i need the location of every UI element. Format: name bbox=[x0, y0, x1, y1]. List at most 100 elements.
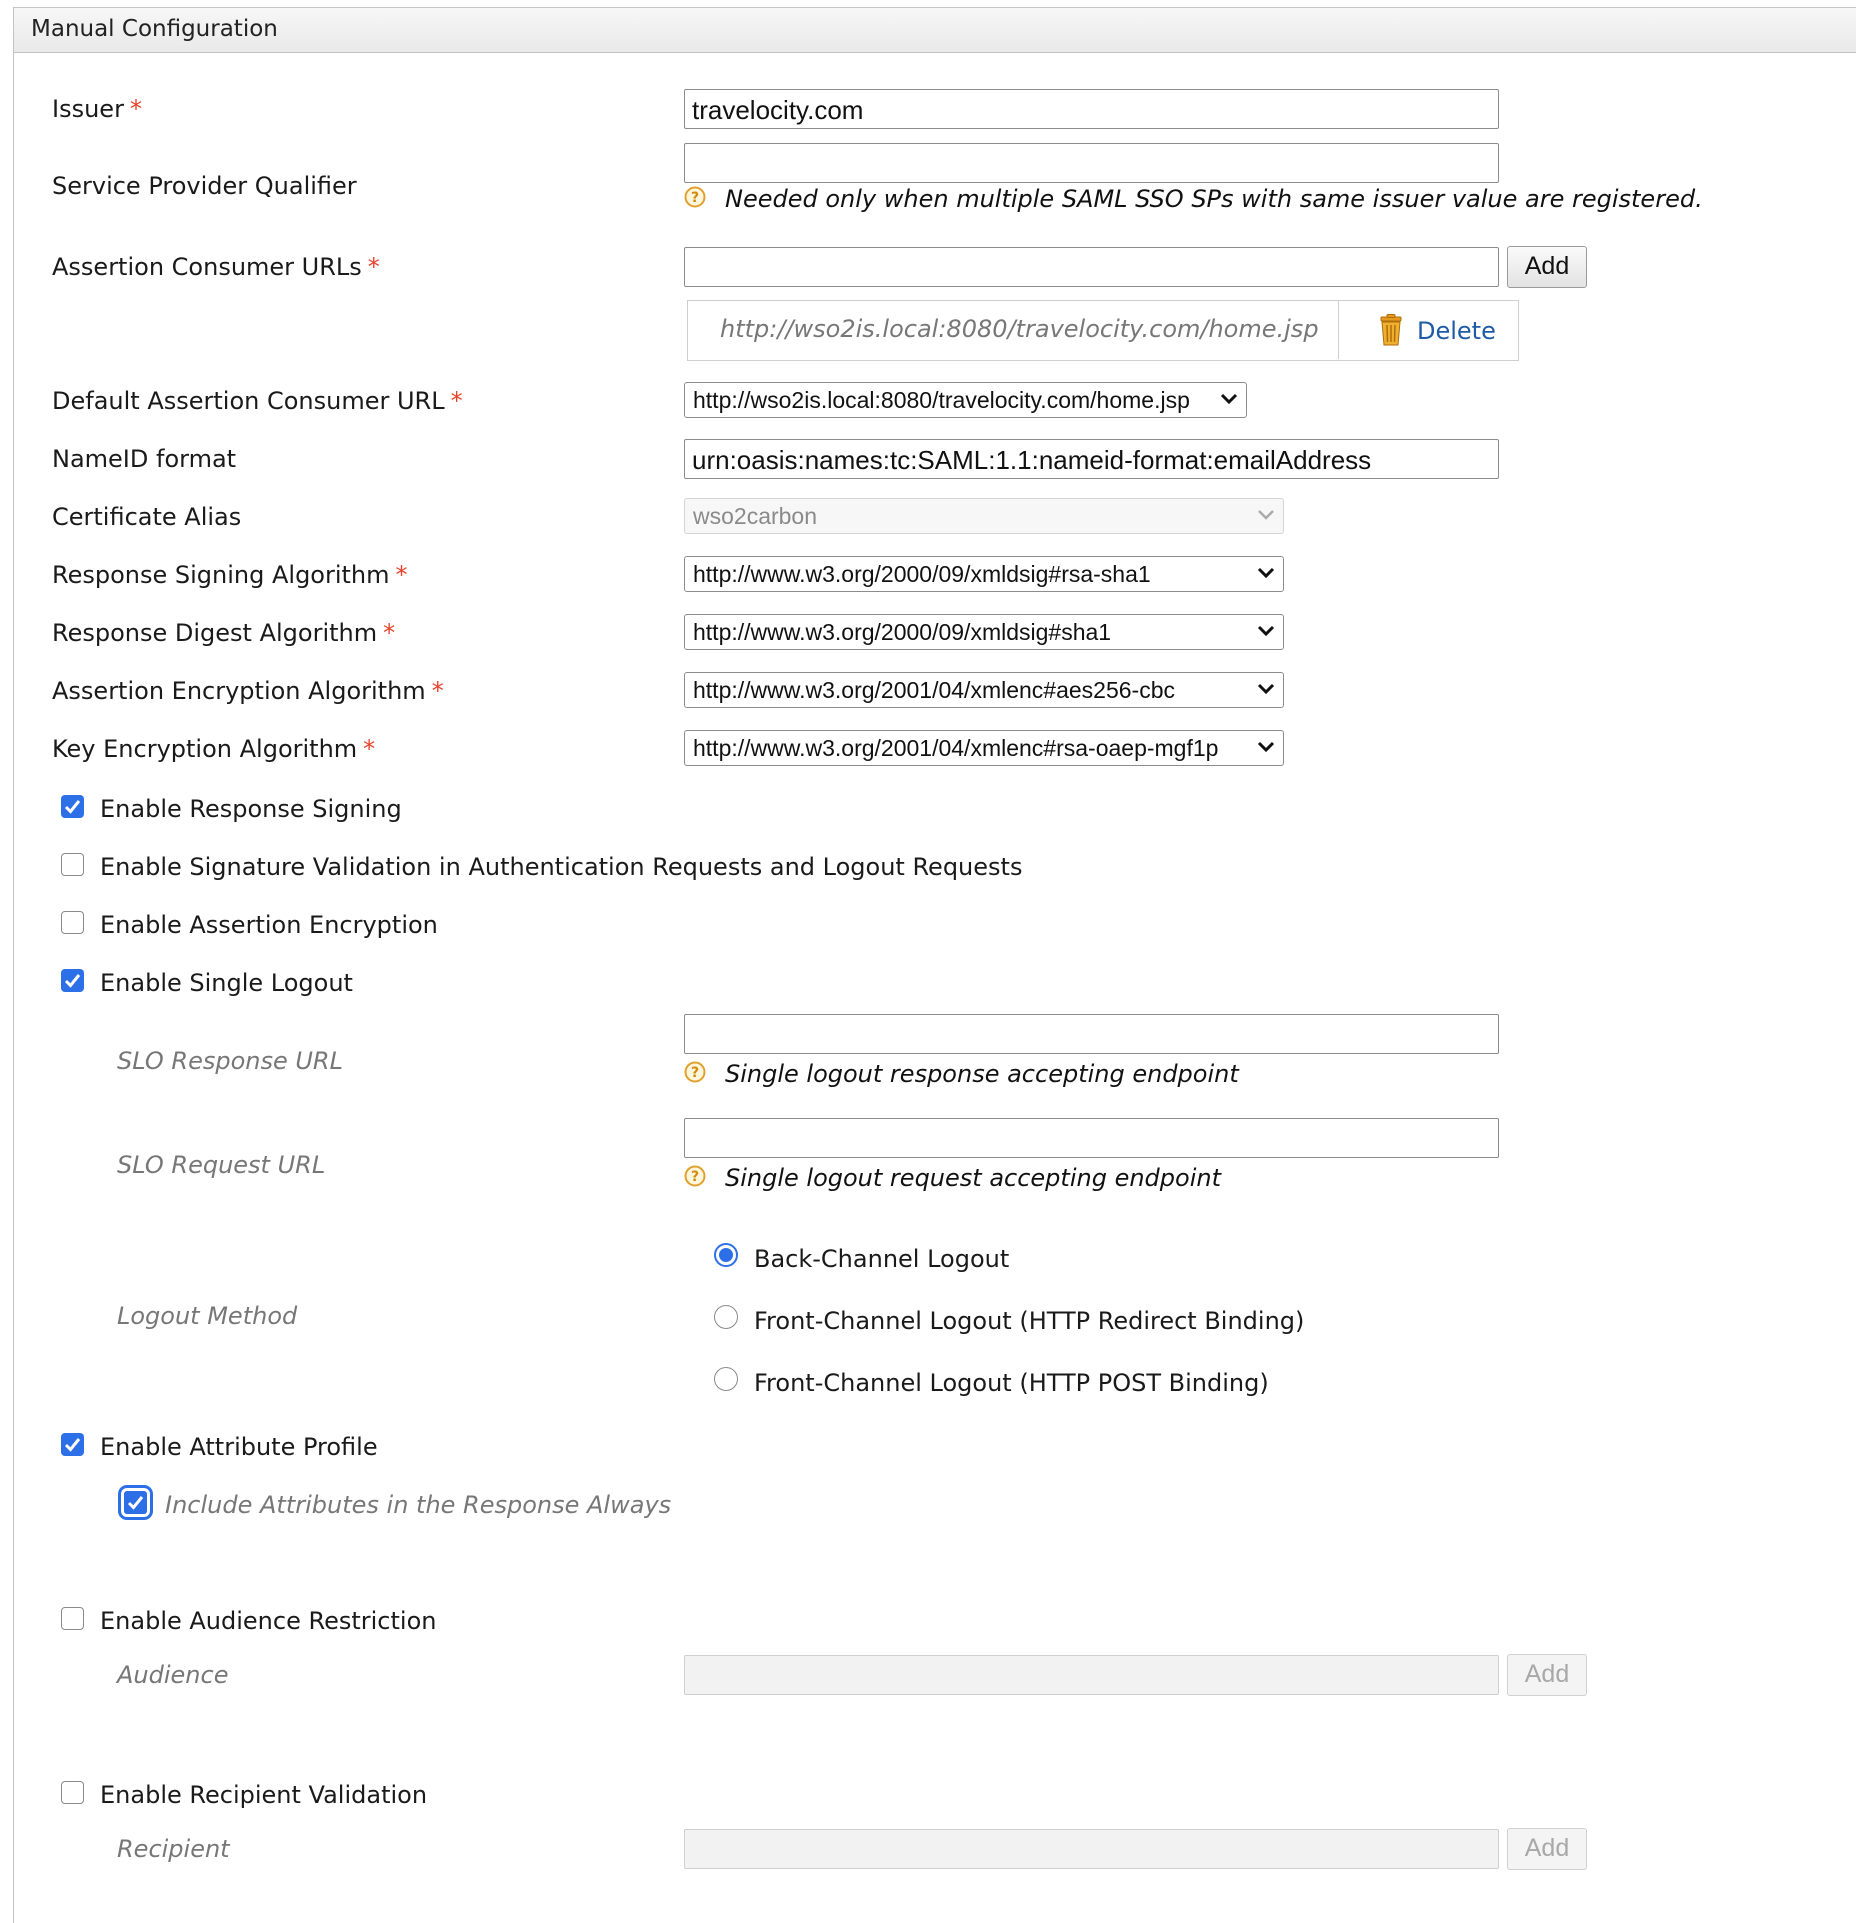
front-channel-post-label: Front-Channel Logout (HTTP POST Binding) bbox=[754, 1369, 1269, 1397]
include-attributes-label: Include Attributes in the Response Alway… bbox=[165, 1491, 672, 1519]
cert-alias-value: wso2carbon bbox=[693, 503, 818, 529]
acs-url-input[interactable] bbox=[684, 247, 1499, 287]
recipient-input[interactable] bbox=[684, 1829, 1499, 1869]
chevron-down-icon bbox=[1257, 683, 1275, 695]
issuer-label-text: Issuer bbox=[52, 95, 124, 123]
enable-audience-restriction-label: Enable Audience Restriction bbox=[100, 1607, 437, 1635]
enable-attribute-profile-checkbox[interactable] bbox=[61, 1433, 84, 1456]
issuer-label: Issuer * bbox=[52, 95, 142, 123]
resp-digest-alg-value: http://www.w3.org/2000/09/xmldsig#sha1 bbox=[693, 619, 1112, 645]
svg-text:?: ? bbox=[691, 190, 699, 206]
required-marker: * bbox=[431, 677, 444, 705]
default-acs-value: http://wso2is.local:8080/travelocity.com… bbox=[693, 387, 1190, 413]
chevron-down-icon bbox=[1220, 393, 1238, 405]
resp-digest-alg-select[interactable]: http://www.w3.org/2000/09/xmldsig#sha1 bbox=[684, 614, 1284, 650]
enable-audience-restriction-checkbox[interactable] bbox=[61, 1607, 84, 1630]
add-acs-url-button[interactable]: Add bbox=[1507, 246, 1587, 288]
required-marker: * bbox=[395, 561, 408, 589]
include-attributes-checkbox[interactable] bbox=[118, 1485, 153, 1520]
resp-sign-alg-label-text: Response Signing Algorithm bbox=[52, 561, 390, 589]
assert-enc-alg-label-text: Assertion Encryption Algorithm bbox=[52, 677, 426, 705]
chevron-down-icon bbox=[1258, 510, 1274, 520]
enable-response-signing-checkbox[interactable] bbox=[61, 795, 84, 818]
add-audience-button[interactable]: Add bbox=[1507, 1654, 1587, 1696]
resp-sign-alg-select[interactable]: http://www.w3.org/2000/09/xmldsig#rsa-sh… bbox=[684, 556, 1284, 592]
delete-acs-url-button[interactable]: Delete bbox=[1339, 301, 1517, 359]
enable-recipient-validation-label: Enable Recipient Validation bbox=[100, 1781, 428, 1809]
key-enc-alg-label: Key Encryption Algorithm * bbox=[52, 735, 375, 763]
check-icon bbox=[64, 974, 81, 988]
slo-request-url-help: Single logout request accepting endpoint bbox=[725, 1164, 1221, 1192]
key-enc-alg-label-text: Key Encryption Algorithm bbox=[52, 735, 358, 763]
acs-url-value: http://wso2is.local:8080/travelocity.com… bbox=[720, 315, 1319, 343]
resp-sign-alg-label: Response Signing Algorithm * bbox=[52, 561, 408, 589]
chevron-down-icon bbox=[1257, 741, 1275, 753]
logout-method-label: Logout Method bbox=[117, 1302, 298, 1330]
panel-header: Manual Configuration bbox=[14, 8, 1856, 53]
required-marker: * bbox=[363, 735, 376, 763]
default-acs-label: Default Assertion Consumer URL * bbox=[52, 387, 463, 415]
required-marker: * bbox=[450, 387, 463, 415]
sp-qualifier-label: Service Provider Qualifier bbox=[52, 172, 357, 200]
audience-input[interactable] bbox=[684, 1655, 1499, 1695]
default-acs-label-text: Default Assertion Consumer URL bbox=[52, 387, 445, 415]
enable-response-signing-label: Enable Response Signing bbox=[100, 795, 402, 823]
help-icon: ? bbox=[684, 186, 706, 208]
slo-response-url-help: Single logout response accepting endpoin… bbox=[725, 1060, 1239, 1088]
enable-assertion-encryption-checkbox[interactable] bbox=[61, 911, 84, 934]
enable-assertion-encryption-label: Enable Assertion Encryption bbox=[100, 911, 438, 939]
enable-signature-validation-checkbox[interactable] bbox=[61, 853, 84, 876]
chevron-down-icon bbox=[1257, 625, 1275, 637]
manual-configuration-panel: Manual Configuration bbox=[13, 7, 1856, 1923]
cert-alias-select[interactable]: wso2carbon bbox=[684, 498, 1284, 534]
assert-enc-alg-select[interactable]: http://www.w3.org/2001/04/xmlenc#aes256-… bbox=[684, 672, 1284, 708]
enable-signature-validation-label: Enable Signature Validation in Authentic… bbox=[100, 853, 1023, 881]
resp-digest-alg-label-text: Response Digest Algorithm bbox=[52, 619, 378, 647]
svg-text:?: ? bbox=[691, 1065, 699, 1081]
front-channel-redirect-label: Front-Channel Logout (HTTP Redirect Bind… bbox=[754, 1307, 1305, 1335]
key-enc-alg-value: http://www.w3.org/2001/04/xmlenc#rsa-oae… bbox=[693, 735, 1219, 761]
issuer-input[interactable]: travelocity.com bbox=[684, 89, 1499, 129]
key-enc-alg-select[interactable]: http://www.w3.org/2001/04/xmlenc#rsa-oae… bbox=[684, 730, 1284, 766]
acs-urls-label: Assertion Consumer URLs * bbox=[52, 253, 380, 281]
nameid-format-label: NameID format bbox=[52, 445, 237, 473]
enable-recipient-validation-checkbox[interactable] bbox=[61, 1781, 84, 1804]
slo-response-url-input[interactable] bbox=[684, 1014, 1499, 1054]
help-icon: ? bbox=[684, 1165, 706, 1187]
back-channel-logout-radio[interactable] bbox=[714, 1243, 738, 1267]
required-marker: * bbox=[367, 253, 380, 281]
default-acs-select[interactable]: http://wso2is.local:8080/travelocity.com… bbox=[684, 382, 1247, 418]
trash-icon bbox=[1380, 314, 1402, 346]
acs-url-row: http://wso2is.local:8080/travelocity.com… bbox=[688, 301, 1339, 359]
cert-alias-label: Certificate Alias bbox=[52, 503, 242, 531]
svg-text:?: ? bbox=[691, 1169, 699, 1185]
back-channel-logout-label: Back-Channel Logout bbox=[754, 1245, 1010, 1273]
acs-urls-label-text: Assertion Consumer URLs bbox=[52, 253, 362, 281]
slo-request-url-label: SLO Request URL bbox=[117, 1151, 326, 1179]
audience-label: Audience bbox=[117, 1661, 229, 1689]
front-channel-redirect-radio[interactable] bbox=[714, 1305, 738, 1329]
slo-response-url-label: SLO Response URL bbox=[117, 1047, 343, 1075]
enable-attribute-profile-label: Enable Attribute Profile bbox=[100, 1433, 378, 1461]
front-channel-post-radio[interactable] bbox=[714, 1367, 738, 1391]
help-icon: ? bbox=[684, 1061, 706, 1083]
check-icon bbox=[127, 1496, 144, 1510]
check-icon bbox=[64, 1438, 81, 1452]
chevron-down-icon bbox=[1257, 567, 1275, 579]
slo-request-url-input[interactable] bbox=[684, 1118, 1499, 1158]
enable-single-logout-label: Enable Single Logout bbox=[100, 969, 353, 997]
delete-label[interactable]: Delete bbox=[1417, 317, 1496, 345]
assert-enc-alg-value: http://www.w3.org/2001/04/xmlenc#aes256-… bbox=[693, 677, 1175, 703]
acs-url-table: http://wso2is.local:8080/travelocity.com… bbox=[687, 300, 1519, 361]
required-marker: * bbox=[129, 95, 142, 123]
resp-digest-alg-label: Response Digest Algorithm * bbox=[52, 619, 395, 647]
add-recipient-button[interactable]: Add bbox=[1507, 1828, 1587, 1870]
sp-qualifier-help: Needed only when multiple SAML SSO SPs w… bbox=[725, 185, 1703, 213]
nameid-format-input[interactable]: urn:oasis:names:tc:SAML:1.1:nameid-forma… bbox=[684, 439, 1499, 479]
enable-single-logout-checkbox[interactable] bbox=[61, 969, 84, 992]
assert-enc-alg-label: Assertion Encryption Algorithm * bbox=[52, 677, 444, 705]
recipient-label: Recipient bbox=[117, 1835, 230, 1863]
resp-sign-alg-value: http://www.w3.org/2000/09/xmldsig#rsa-sh… bbox=[693, 561, 1151, 587]
required-marker: * bbox=[383, 619, 396, 647]
sp-qualifier-input[interactable] bbox=[684, 143, 1499, 183]
